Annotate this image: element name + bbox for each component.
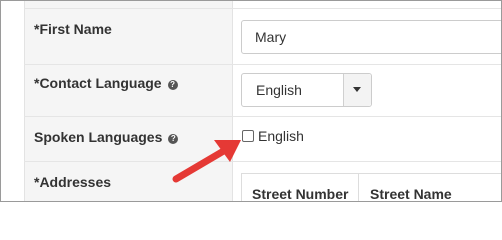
red-arrow-icon bbox=[172, 140, 241, 183]
form-frame: *First Name *Contact Language? English S… bbox=[0, 0, 502, 202]
